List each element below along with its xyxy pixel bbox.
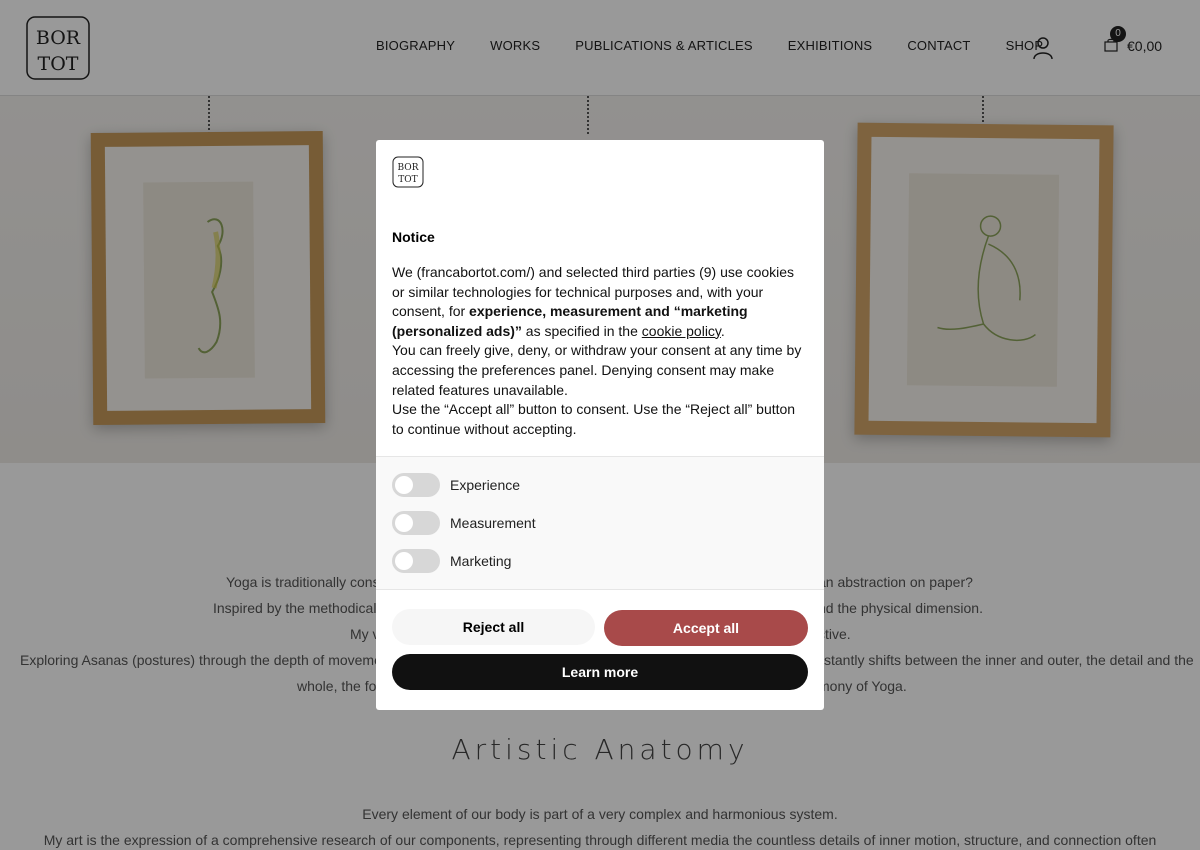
dialog-text-para2: You can freely give, deny, or withdraw y…: [392, 342, 802, 398]
toggle-label: Marketing: [450, 553, 512, 569]
toggle-measurement-row: Measurement: [392, 511, 536, 535]
dialog-body: We (francabortot.com/) and selected thir…: [392, 263, 806, 439]
dialog-text-after: as specified in the: [521, 322, 642, 339]
dialog-logo-text-bottom: TOT: [398, 175, 417, 185]
dialog-logo: BOR TOT: [392, 156, 424, 188]
dialog-title: Notice: [392, 229, 435, 245]
marketing-toggle[interactable]: [392, 549, 440, 573]
measurement-toggle[interactable]: [392, 511, 440, 535]
toggle-label: Measurement: [450, 515, 536, 531]
toggle-label: Experience: [450, 477, 521, 493]
experience-toggle[interactable]: [392, 473, 440, 497]
toggle-experience-row: Experience: [392, 473, 520, 497]
toggle-marketing-row: Marketing: [392, 549, 511, 573]
dialog-logo-text-top: BOR: [398, 163, 419, 173]
dialog-divider: [376, 589, 824, 590]
learn-more-button[interactable]: Learn more: [392, 654, 808, 690]
reject-all-button[interactable]: Reject all: [392, 609, 595, 645]
accept-all-button[interactable]: Accept all: [604, 610, 808, 646]
cookie-policy-link[interactable]: cookie policy: [642, 323, 721, 339]
dialog-text-para3: Use the “Accept all” button to consent. …: [392, 401, 796, 437]
dialog-text-period: .: [720, 322, 725, 339]
